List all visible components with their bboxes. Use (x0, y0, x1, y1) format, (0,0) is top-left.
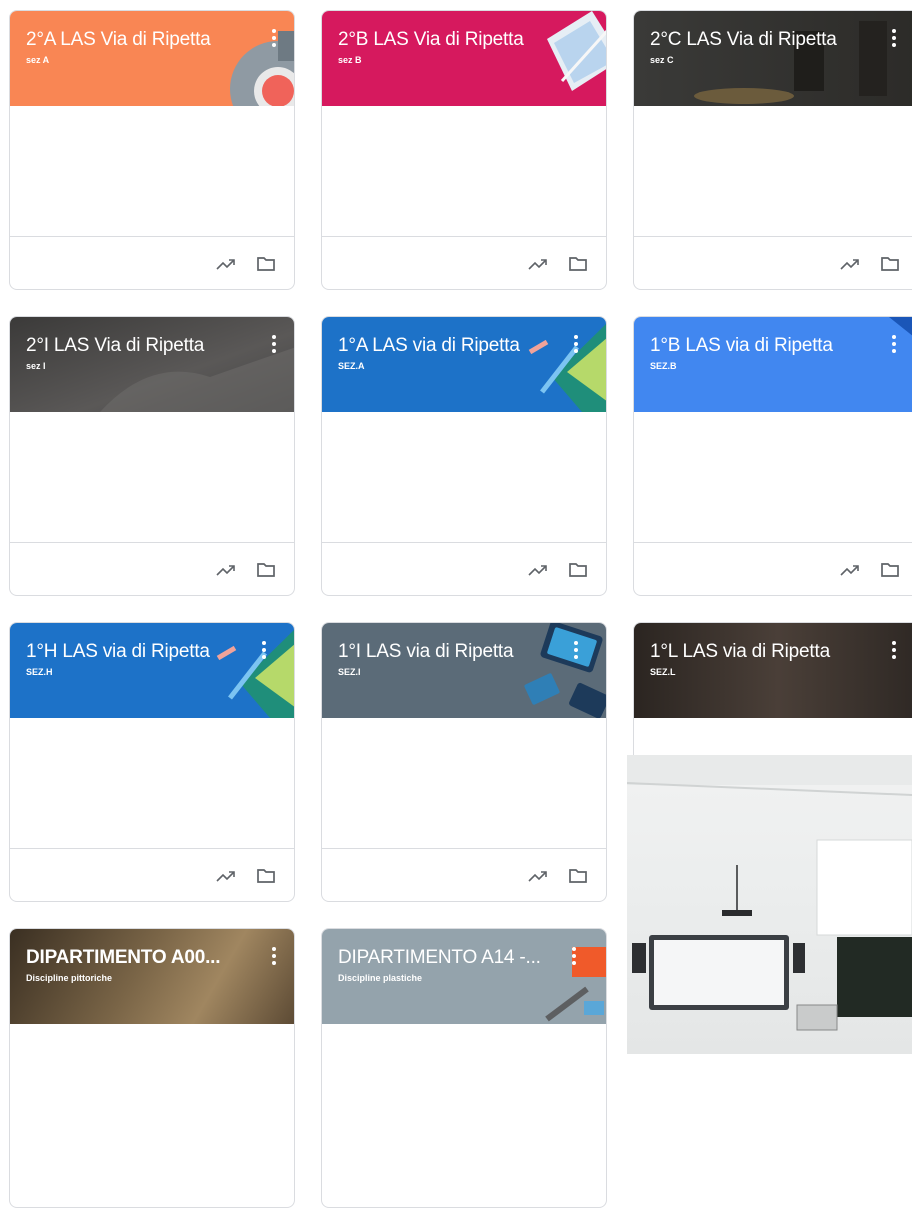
class-section: SEZ.L (650, 667, 676, 677)
divider (322, 848, 606, 849)
trending-up-icon[interactable] (528, 869, 548, 883)
header-illustration (547, 11, 606, 91)
class-section: sez B (338, 55, 362, 65)
card-header[interactable]: 2°C LAS Via di Ripetta sez C (634, 11, 912, 106)
trending-up-icon[interactable] (216, 257, 236, 271)
divider (322, 542, 606, 543)
divider (634, 236, 912, 237)
folder-icon[interactable] (568, 868, 588, 884)
divider (10, 848, 294, 849)
folder-icon[interactable] (568, 256, 588, 272)
class-card-dip-a14[interactable]: DIPARTIMENTO A14 -... Discipline plastic… (321, 928, 607, 1208)
class-title[interactable]: 2°B LAS Via di Ripetta (338, 29, 566, 51)
trending-up-icon[interactable] (528, 563, 548, 577)
card-header[interactable]: 1°B LAS via di Ripetta SEZ.B (634, 317, 912, 412)
class-title[interactable]: 1°B LAS via di Ripetta (650, 335, 882, 357)
card-header[interactable]: 2°B LAS Via di Ripetta sez B (322, 11, 606, 106)
card-header[interactable]: 1°I LAS via di Ripetta SEZ.I (322, 623, 606, 718)
class-card-1h[interactable]: 1°H LAS via di Ripetta SEZ.H (9, 622, 295, 902)
classroom-illustration (627, 755, 912, 1031)
class-card-1i[interactable]: 1°I LAS via di Ripetta SEZ.I (321, 622, 607, 902)
class-section: Discipline pittoriche (26, 973, 113, 983)
class-card-2b[interactable]: 2°B LAS Via di Ripetta sez B (321, 10, 607, 290)
more-vert-icon[interactable] (568, 947, 580, 965)
class-title[interactable]: DIPARTIMENTO A00... (26, 947, 254, 969)
class-section: SEZ.B (650, 361, 677, 371)
card-header[interactable]: 1°A LAS via di Ripetta SEZ.A (322, 317, 606, 412)
folder-icon[interactable] (880, 256, 900, 272)
class-card-2i[interactable]: 2°I LAS Via di Ripetta sez I (9, 316, 295, 596)
header-illustration (100, 347, 294, 412)
divider (10, 542, 294, 543)
class-card-1a[interactable]: 1°A LAS via di Ripetta SEZ.A (321, 316, 607, 596)
more-vert-icon[interactable] (888, 641, 900, 659)
class-section: SEZ.H (26, 667, 53, 677)
card-header[interactable]: DIPARTIMENTO A00... Discipline pittorich… (10, 929, 294, 1024)
header-illustration (524, 623, 606, 718)
class-section: sez C (650, 55, 674, 65)
class-card-1b[interactable]: 1°B LAS via di Ripetta SEZ.B (633, 316, 912, 596)
header-illustration (216, 629, 294, 718)
more-vert-icon[interactable] (268, 947, 280, 965)
class-section: sez A (26, 55, 50, 65)
card-header[interactable]: 2°I LAS Via di Ripetta sez I (10, 317, 294, 412)
class-title[interactable]: 1°A LAS via di Ripetta (338, 335, 566, 357)
more-vert-icon[interactable] (268, 29, 280, 47)
class-title[interactable]: 1°I LAS via di Ripetta (338, 641, 566, 663)
more-vert-icon[interactable] (258, 641, 270, 659)
trending-up-icon[interactable] (528, 257, 548, 271)
card-header[interactable]: DIPARTIMENTO A14 -... Discipline plastic… (322, 929, 606, 1024)
class-card-dip-a00[interactable]: DIPARTIMENTO A00... Discipline pittorich… (9, 928, 295, 1208)
class-title[interactable]: 1°L LAS via di Ripetta (650, 641, 882, 663)
class-title[interactable]: 2°A LAS Via di Ripetta (26, 29, 254, 51)
folder-icon[interactable] (568, 562, 588, 578)
class-section: SEZ.A (338, 361, 365, 371)
card-header[interactable]: 1°H LAS via di Ripetta SEZ.H (10, 623, 294, 718)
card-header[interactable]: 1°L LAS via di Ripetta SEZ.L (634, 623, 912, 718)
folder-icon[interactable] (256, 562, 276, 578)
folder-icon[interactable] (256, 868, 276, 884)
more-vert-icon[interactable] (268, 335, 280, 353)
trending-up-icon[interactable] (216, 563, 236, 577)
header-illustration (694, 21, 887, 104)
class-title[interactable]: 2°C LAS Via di Ripetta (650, 29, 882, 51)
header-illustration (230, 31, 294, 106)
more-vert-icon[interactable] (570, 335, 582, 353)
class-title[interactable]: 2°I LAS Via di Ripetta (26, 335, 254, 357)
trending-up-icon[interactable] (840, 257, 860, 271)
card-header[interactable]: 2°A LAS Via di Ripetta sez A (10, 11, 294, 106)
trending-up-icon[interactable] (840, 563, 860, 577)
class-title[interactable]: 1°H LAS via di Ripetta (26, 641, 254, 663)
more-vert-icon[interactable] (888, 29, 900, 47)
classroom-photo (627, 755, 912, 1054)
class-section: sez I (26, 361, 46, 371)
divider (322, 236, 606, 237)
divider (10, 236, 294, 237)
class-section: Discipline plastiche (338, 973, 423, 983)
folder-icon[interactable] (880, 562, 900, 578)
class-title[interactable]: DIPARTIMENTO A14 -... (338, 947, 551, 969)
divider (634, 542, 912, 543)
more-vert-icon[interactable] (570, 641, 582, 659)
class-section: SEZ.I (338, 667, 361, 677)
folder-icon[interactable] (256, 256, 276, 272)
more-vert-icon[interactable] (888, 335, 900, 353)
class-card-2c[interactable]: 2°C LAS Via di Ripetta sez C (633, 10, 912, 290)
class-card-2a[interactable]: 2°A LAS Via di Ripetta sez A (9, 10, 295, 290)
trending-up-icon[interactable] (216, 869, 236, 883)
